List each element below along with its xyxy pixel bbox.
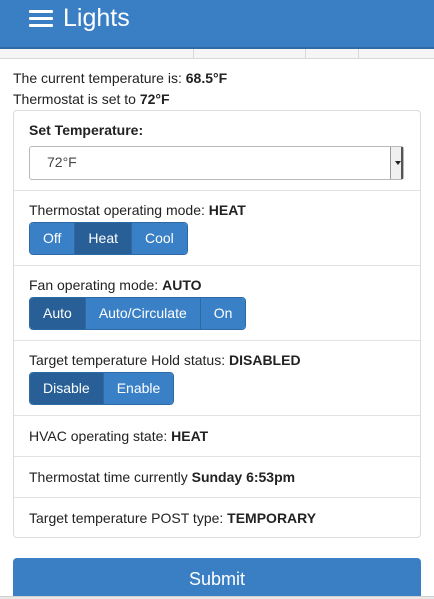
fan-mode-label: Fan operating mode: AUTO — [29, 277, 202, 293]
fan-mode-button-group: Auto Auto/Circulate On — [29, 297, 247, 330]
thermostat-time-label-text: Thermostat time currently — [29, 469, 188, 485]
mode-cool-button[interactable]: Cool — [131, 223, 187, 254]
hold-status-label: Target temperature Hold status: DISABLED — [29, 352, 301, 368]
hold-disable-button[interactable]: Disable — [30, 373, 103, 404]
thermostat-time-row: Thermostat time currently Sunday 6:53pm — [14, 456, 420, 497]
hold-status-value: DISABLED — [229, 352, 301, 368]
fan-mode-label-text: Fan operating mode: — [29, 277, 159, 293]
hvac-state-value: HEAT — [171, 428, 209, 444]
fan-mode-row: Fan operating mode: AUTO Auto Auto/Circu… — [14, 265, 420, 340]
page-title: Lights — [63, 4, 130, 32]
setpoint-label: Thermostat is set to — [13, 91, 136, 107]
thermostat-mode-value: HEAT — [208, 202, 246, 218]
top-app-bar: Lights — [0, 0, 434, 49]
post-type-label: Target temperature POST type: TEMPORARY — [29, 510, 316, 526]
fan-on-button[interactable]: On — [199, 298, 246, 329]
submit-button[interactable]: Submit — [13, 558, 421, 599]
thermostat-mode-label-text: Thermostat operating mode: — [29, 202, 205, 218]
setpoint-value: 72°F — [139, 91, 170, 107]
post-type-label-text: Target temperature POST type: — [29, 510, 224, 526]
temperature-select[interactable]: 72°F — [29, 146, 404, 180]
current-temperature-line: The current temperature is: 68.5°F — [13, 70, 227, 86]
hold-status-label-text: Target temperature Hold status: — [29, 352, 226, 368]
fan-auto-button[interactable]: Auto — [30, 298, 85, 329]
set-temperature-label: Set Temperature: — [29, 122, 144, 138]
current-temperature-value: 68.5°F — [185, 70, 228, 86]
thermostat-time-label: Thermostat time currently Sunday 6:53pm — [29, 469, 295, 485]
thermostat-time-value: Sunday 6:53pm — [191, 469, 296, 485]
mode-heat-button[interactable]: Heat — [74, 223, 131, 254]
mode-off-button[interactable]: Off — [30, 223, 75, 254]
thermostat-mode-row: Thermostat operating mode: HEAT Off Heat… — [14, 190, 420, 265]
tab-strip — [0, 49, 434, 59]
hamburger-menu-icon[interactable] — [29, 6, 53, 30]
set-temperature-row: Set Temperature: 72°F — [14, 111, 420, 190]
thermostat-settings-panel: Set Temperature: 72°F Thermostat operati… — [13, 110, 421, 538]
hold-status-row: Target temperature Hold status: DISABLED… — [14, 340, 420, 415]
current-temperature-label: The current temperature is: — [13, 70, 182, 86]
fan-mode-value: AUTO — [162, 277, 202, 293]
thermostat-mode-button-group: Off Heat Cool — [29, 222, 188, 255]
hvac-state-row: HVAC operating state: HEAT — [14, 415, 420, 456]
hold-enable-button[interactable]: Enable — [102, 373, 174, 404]
post-type-row: Target temperature POST type: TEMPORARY — [14, 497, 420, 537]
fan-auto-circulate-button[interactable]: Auto/Circulate — [84, 298, 200, 329]
hvac-state-label: HVAC operating state: HEAT — [29, 428, 208, 444]
hold-status-button-group: Disable Enable — [29, 372, 175, 405]
post-type-value: TEMPORARY — [227, 510, 317, 526]
temperature-select-value: 72°F — [47, 154, 77, 170]
setpoint-line: Thermostat is set to 72°F — [13, 91, 170, 107]
thermostat-mode-label: Thermostat operating mode: HEAT — [29, 202, 246, 218]
hvac-state-label-text: HVAC operating state: — [29, 428, 168, 444]
select-arrow-icon[interactable] — [390, 147, 403, 179]
